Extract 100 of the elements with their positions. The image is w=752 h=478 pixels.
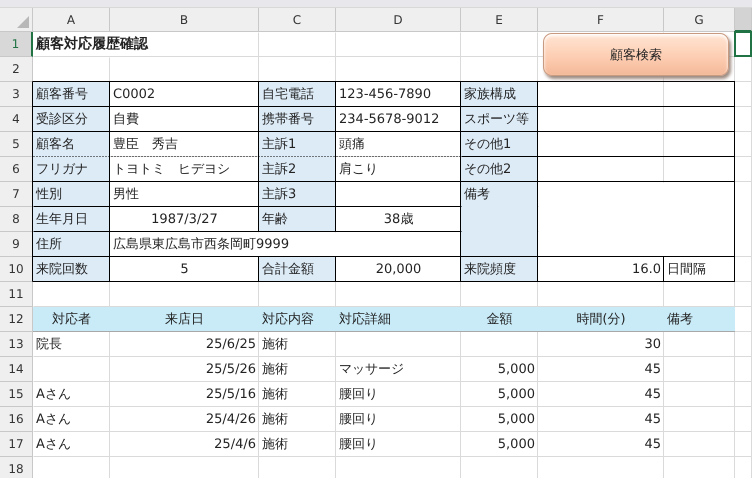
row-header[interactable]: 9 — [0, 232, 33, 257]
table-cell-text: 5,000 — [496, 436, 536, 454]
table-cell-text: 施術 — [261, 411, 289, 429]
table-cell-text: 施術 — [261, 436, 289, 454]
table-cell-text: 5,000 — [496, 411, 536, 429]
field-label: 自宅電話 — [259, 82, 336, 107]
column-title: 対応内容 — [259, 307, 336, 332]
table-cell-text: 25/4/6 — [213, 436, 257, 454]
row-header[interactable]: 3 — [0, 82, 33, 107]
table-cell-text: 腰回り — [338, 411, 379, 429]
row-header[interactable]: 6 — [0, 157, 33, 182]
column-title: 対応詳細 — [336, 307, 461, 332]
table-cell-text: 45 — [643, 361, 662, 379]
column-header[interactable]: G — [664, 8, 735, 32]
table-cell-text: 腰回り — [338, 386, 379, 404]
row-header[interactable]: 11 — [0, 282, 33, 307]
unit-label: 日間隔 — [666, 261, 707, 279]
table-cell-text: 45 — [643, 411, 662, 429]
field-label: 主訴1 — [259, 132, 336, 157]
sheet-title: 顧客対応履歴確認 — [34, 34, 150, 54]
row-header[interactable]: 2 — [0, 57, 33, 82]
table-cell-text: 45 — [643, 436, 662, 454]
field-label: 家族構成 — [461, 82, 538, 107]
row-header[interactable]: 5 — [0, 132, 33, 157]
field-value: トヨトミ ヒデヨシ — [112, 161, 231, 179]
field-value: 豊臣 秀吉 — [112, 136, 179, 154]
table-cell-text: Aさん — [35, 436, 72, 454]
column-title: 来店日 — [110, 307, 259, 332]
column-title: 時間(分) — [538, 307, 664, 332]
field-label: 住所 — [33, 232, 110, 257]
row-header[interactable]: 4 — [0, 107, 33, 132]
field-label: フリガナ — [33, 157, 110, 182]
table-cell-text: 5,000 — [496, 361, 536, 379]
table-cell-text: マッサージ — [338, 361, 405, 379]
column-header[interactable]: E — [461, 8, 538, 32]
column-title: 金額 — [461, 307, 538, 332]
table-cell-text: 施術 — [261, 361, 289, 379]
table-cell-text: Aさん — [35, 386, 72, 404]
row-header[interactable]: 13 — [0, 332, 33, 357]
row-header[interactable]: 18 — [0, 457, 33, 478]
field-value: 123-456-7890 — [338, 86, 432, 104]
search-button[interactable]: 顧客検索 — [543, 33, 729, 76]
field-label: 来院回数 — [33, 257, 110, 282]
column-header[interactable]: A — [33, 8, 110, 32]
table-cell-text: 施術 — [261, 386, 289, 404]
column-title: 対応者 — [33, 307, 110, 332]
field-value: 自費 — [112, 111, 140, 129]
field-value: 5 — [179, 261, 190, 279]
table-cell-text: 25/5/16 — [204, 386, 257, 404]
table-cell-text: 45 — [643, 386, 662, 404]
field-label: 性別 — [33, 182, 110, 207]
row-header[interactable]: 17 — [0, 432, 33, 457]
field-label: 顧客名 — [33, 132, 110, 157]
field-value: 頭痛 — [338, 136, 366, 154]
table-cell-text: 院長 — [35, 336, 63, 354]
field-value: C0002 — [112, 86, 156, 104]
column-header[interactable]: F — [538, 8, 664, 32]
field-label: 備考 — [461, 182, 538, 257]
row-header[interactable]: 10 — [0, 257, 33, 282]
row-header[interactable]: 14 — [0, 357, 33, 382]
table-cell-text: 5,000 — [496, 386, 536, 404]
table-cell-text: 25/5/26 — [204, 361, 257, 379]
field-label: その他2 — [461, 157, 538, 182]
column-header[interactable] — [735, 8, 752, 32]
row-header[interactable]: 8 — [0, 207, 33, 232]
row-header[interactable]: 15 — [0, 382, 33, 407]
field-label: 年齢 — [259, 207, 336, 232]
field-value: 16.0 — [631, 261, 662, 279]
table-cell-text: 30 — [643, 336, 662, 354]
cell-cursor — [734, 31, 752, 57]
field-value: 広島県東広島市西条岡町9999 — [112, 236, 290, 254]
field-label: 主訴3 — [259, 182, 336, 207]
field-label: 受診区分 — [33, 107, 110, 132]
field-value: 38歳 — [382, 211, 414, 229]
column-header[interactable]: C — [259, 8, 336, 32]
field-label: 合計金額 — [259, 257, 336, 282]
field-label: その他1 — [461, 132, 538, 157]
field-value: 1987/3/27 — [150, 211, 219, 229]
table-cell-text: 25/6/25 — [204, 336, 257, 354]
table-cell-text: 施術 — [261, 336, 289, 354]
field-value: 20,000 — [374, 261, 422, 279]
column-title: 備考 — [664, 307, 735, 332]
field-label: 生年月日 — [33, 207, 110, 232]
table-cell-text: Aさん — [35, 411, 72, 429]
row-header[interactable]: 7 — [0, 182, 33, 207]
column-header[interactable]: D — [336, 8, 461, 32]
row-header[interactable]: 16 — [0, 407, 33, 432]
field-value: 肩こり — [338, 161, 379, 179]
field-label: 来院頻度 — [461, 257, 538, 282]
field-label: 携帯番号 — [259, 107, 336, 132]
row-header[interactable]: 12 — [0, 307, 33, 332]
field-label: 主訴2 — [259, 157, 336, 182]
table-cell-text: 腰回り — [338, 436, 379, 454]
table-cell-text: 25/4/26 — [204, 411, 257, 429]
field-label: 顧客番号 — [33, 82, 110, 107]
column-header[interactable]: B — [110, 8, 259, 32]
field-value: 234-5678-9012 — [338, 111, 440, 129]
row-header[interactable]: 1 — [0, 32, 33, 57]
field-label: スポーツ等 — [461, 107, 538, 132]
field-value: 男性 — [112, 186, 140, 204]
